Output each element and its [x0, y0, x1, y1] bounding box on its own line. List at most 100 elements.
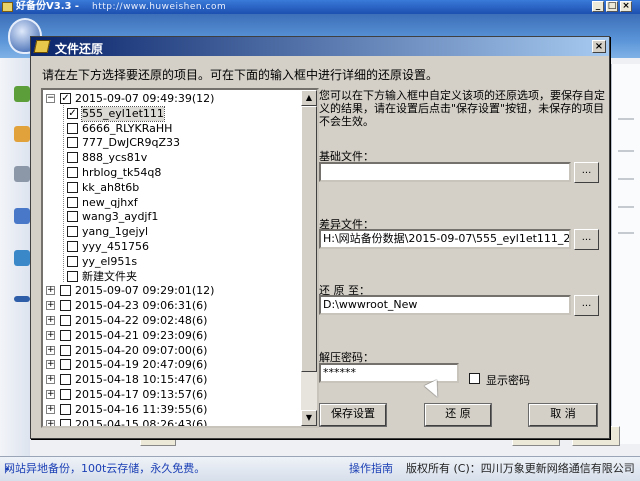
tree-child-item[interactable]: yyy_451756 — [43, 240, 301, 255]
expand-icon[interactable]: + — [46, 330, 55, 340]
tree-date-node[interactable]: +2015-04-20 09:07:00(6) — [43, 344, 301, 359]
sidebar-restore-icon[interactable] — [14, 126, 30, 142]
dialog-close-button[interactable]: × — [592, 40, 606, 53]
tree-child-item[interactable]: yy_el951s — [43, 255, 301, 270]
tree-checkbox[interactable] — [67, 226, 78, 238]
scroll-up-arrow-icon[interactable]: ▲ — [301, 90, 317, 106]
tree-item-label: 2015-04-17 09:13:57(6) — [75, 388, 208, 401]
dialog-titlebar[interactable]: 文件还原 × — [31, 37, 609, 56]
base-file-input[interactable] — [319, 162, 571, 182]
scroll-thumb[interactable] — [301, 106, 317, 372]
tree-checkbox[interactable] — [60, 315, 71, 326]
main-close-button[interactable]: × — [620, 1, 632, 12]
main-url: http://www.huweishen.com — [92, 2, 227, 12]
cancel-button[interactable]: 取 消 — [528, 403, 598, 427]
tree-checkbox[interactable] — [67, 137, 78, 149]
tree-guide-line — [63, 104, 64, 283]
sidebar-database-icon[interactable] — [14, 166, 30, 182]
show-password-checkbox[interactable] — [469, 373, 480, 384]
tree-child-item[interactable]: 6666_RLYKRaHH — [43, 122, 301, 137]
app-icon — [2, 2, 13, 12]
save-settings-button[interactable]: 保存设置 — [319, 403, 387, 427]
tree-checkbox[interactable] — [67, 211, 78, 223]
expand-icon[interactable]: + — [46, 301, 55, 311]
tree-item-label: yy_el951s — [82, 254, 138, 268]
tree-item-label: wang3_aydjf1 — [82, 210, 159, 224]
expand-icon[interactable]: + — [46, 375, 55, 385]
tree-date-node[interactable]: +2015-04-22 09:02:48(6) — [43, 314, 301, 329]
tree-checkbox[interactable] — [67, 255, 78, 267]
tree-checkbox[interactable]: ✓ — [60, 93, 71, 104]
tree-child-item[interactable]: kk_ah8t6b — [43, 181, 301, 196]
tree-checkbox[interactable] — [60, 418, 71, 426]
password-input[interactable]: ****** — [319, 363, 459, 383]
tree-checkbox[interactable] — [60, 300, 71, 312]
tree-child-item[interactable]: wang3_aydjf1 — [43, 210, 301, 225]
settings-hint-text: 您可以在下方输入框中自定义该项的还原选项，要保存自定义的结果，请在设置后点击"保… — [319, 89, 605, 128]
tree-item-label: 2015-04-20 09:07:00(6) — [75, 343, 208, 357]
sidebar-settings-icon[interactable] — [14, 296, 30, 302]
tree-date-node[interactable]: +2015-04-19 20:47:09(6) — [43, 358, 301, 373]
expand-icon[interactable]: + — [46, 419, 55, 426]
base-file-browse-button[interactable]: ... — [574, 162, 599, 183]
sidebar-sync-icon[interactable] — [14, 250, 30, 266]
restore-button[interactable]: 还 原 — [424, 403, 492, 427]
expand-icon[interactable]: + — [46, 316, 55, 325]
tree-checkbox[interactable] — [60, 374, 71, 386]
tree-child-item[interactable]: new_qjhxf — [43, 196, 301, 211]
guide-link[interactable]: 操作指南 — [349, 458, 393, 480]
expand-icon[interactable]: + — [46, 404, 55, 414]
expand-icon[interactable]: + — [46, 286, 55, 296]
tree-child-item[interactable]: ✓ 555_eyl1et111 — [43, 105, 301, 122]
sidebar-tasks-icon[interactable] — [14, 208, 30, 224]
restore-to-browse-button[interactable]: ... — [574, 295, 599, 316]
tree-checkbox[interactable] — [67, 181, 78, 193]
tree-item-label: 2015-04-19 20:47:09(6) — [75, 358, 208, 372]
expand-icon[interactable]: + — [46, 360, 55, 370]
tree-checkbox[interactable] — [67, 270, 78, 282]
tree-checkbox[interactable]: ✓ — [67, 107, 78, 119]
tree-checkbox[interactable] — [60, 344, 71, 356]
maximize-button[interactable]: □ — [606, 1, 618, 12]
tree-date-node[interactable]: +2015-04-21 09:23:09(6) — [43, 329, 301, 344]
tree-child-item[interactable]: 777_DwJCR9qZ33 — [43, 136, 301, 151]
diff-file-browse-button[interactable]: ... — [574, 229, 599, 250]
tree-item-label: 2015-04-21 09:23:09(6) — [75, 328, 208, 342]
tree-item-label: kk_ah8t6b — [82, 180, 140, 194]
folder-icon — [33, 40, 51, 53]
file-restore-dialog: 文件还原 × 请在左下方选择要还原的项目。可在下面的输入框中进行详细的还原设置。… — [30, 36, 610, 439]
tree-checkbox[interactable] — [67, 196, 78, 208]
tree-date-node[interactable]: +2015-04-23 09:06:31(6) — [43, 299, 301, 314]
tree-checkbox[interactable] — [60, 389, 71, 400]
tree-child-item[interactable]: yang_1gejyl — [43, 225, 301, 240]
collapse-icon[interactable]: − — [46, 94, 55, 103]
backup-tree[interactable]: − ✓ 2015-09-07 09:49:39(12) ✓ 555_eyl1et111 6… — [41, 88, 319, 428]
sidebar-backup-icon[interactable] — [14, 86, 30, 102]
expand-icon[interactable]: + — [46, 390, 55, 399]
tree-checkbox[interactable] — [60, 403, 71, 415]
divider — [618, 232, 634, 234]
tree-checkbox[interactable] — [60, 359, 71, 371]
tree-scrollbar[interactable]: ▲ ▼ — [301, 90, 317, 426]
minimize-button[interactable]: _ — [592, 1, 604, 12]
tree-date-node[interactable]: +2015-04-16 11:39:55(6) — [43, 403, 301, 418]
tree-checkbox[interactable] — [67, 167, 78, 178]
tree-checkbox[interactable] — [67, 152, 78, 164]
diff-file-input[interactable]: H:\网站备份数据\2015-09-07\555_eyl1et111_20150… — [319, 229, 571, 249]
tree-date-node[interactable]: +2015-04-15 08:26:43(6) — [43, 418, 301, 426]
tree-date-node[interactable]: +2015-09-07 09:29:01(12) — [43, 284, 301, 299]
tree-child-item[interactable]: 888_ycs81v — [43, 151, 301, 166]
tree-child-item[interactable]: hrblog_tk54q8 — [43, 166, 301, 181]
tree-child-item[interactable]: 新建文件夹 — [43, 270, 301, 285]
restore-to-input[interactable]: D:\wwwroot_New — [319, 295, 571, 315]
tree-checkbox[interactable] — [60, 329, 71, 341]
scroll-down-arrow-icon[interactable]: ▼ — [301, 410, 317, 426]
tree-checkbox[interactable] — [67, 241, 78, 252]
divider — [618, 150, 634, 152]
tree-date-node[interactable]: +2015-04-17 09:13:57(6) — [43, 388, 301, 403]
tree-date-node[interactable]: +2015-04-18 10:15:47(6) — [43, 373, 301, 388]
tree-checkbox[interactable] — [60, 285, 71, 297]
tree-root-node[interactable]: − ✓ 2015-09-07 09:49:39(12) — [43, 92, 301, 107]
expand-icon[interactable]: + — [46, 345, 55, 355]
tree-checkbox[interactable] — [67, 122, 78, 134]
